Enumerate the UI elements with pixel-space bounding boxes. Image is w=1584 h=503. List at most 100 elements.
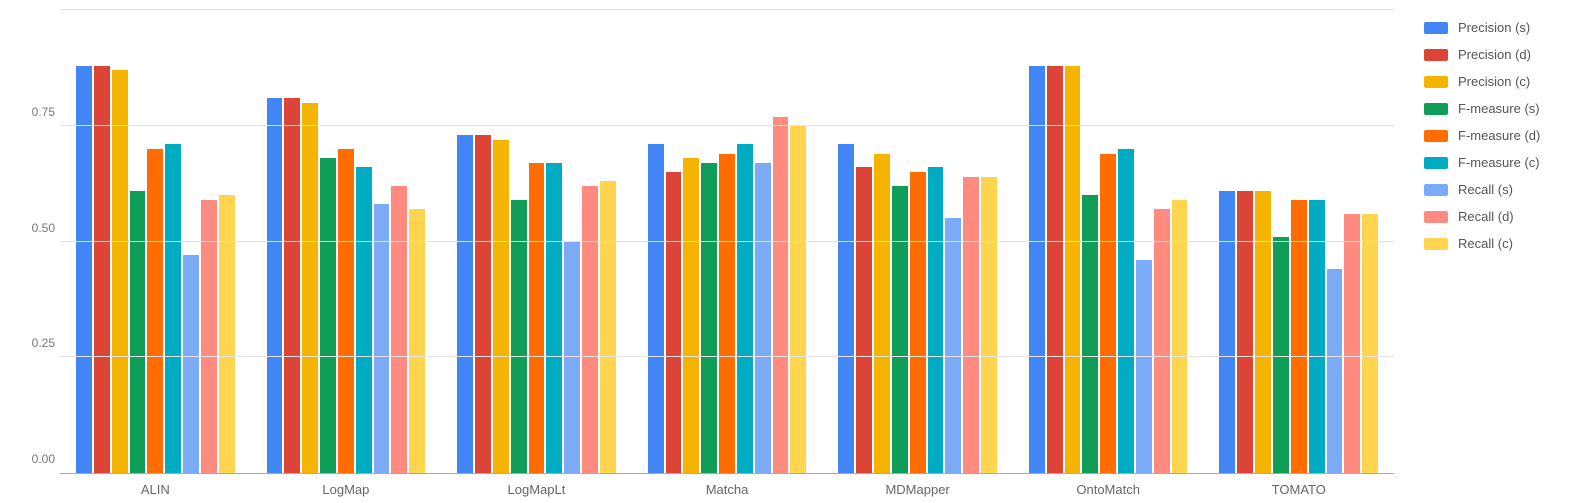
bar: [1362, 214, 1378, 473]
bar: [1029, 66, 1045, 473]
bar: [737, 144, 753, 473]
bar: [683, 158, 699, 473]
legend-swatch: [1424, 103, 1448, 115]
bar: [338, 149, 354, 473]
bar-group: [1013, 10, 1204, 473]
bar-group: [251, 10, 442, 473]
y-tick-label: 0.25: [15, 336, 55, 350]
legend-item: F-measure (s): [1424, 101, 1574, 116]
bar: [648, 144, 664, 473]
bar: [1327, 269, 1343, 473]
x-axis-labels: ALINLogMapLogMapLtMatchaMDMapperOntoMatc…: [60, 482, 1394, 497]
legend-item: F-measure (c): [1424, 155, 1574, 170]
x-tick-label: TOMATO: [1203, 482, 1394, 497]
legend-item: Precision (s): [1424, 20, 1574, 35]
legend-swatch: [1424, 184, 1448, 196]
legend-label: F-measure (c): [1458, 155, 1540, 170]
legend-label: F-measure (d): [1458, 128, 1540, 143]
bar: [719, 154, 735, 473]
legend-swatch: [1424, 157, 1448, 169]
bar: [219, 195, 235, 473]
legend-swatch: [1424, 22, 1448, 34]
legend-label: Recall (c): [1458, 236, 1513, 251]
y-tick-label: 0.75: [15, 105, 55, 119]
bar-group: [441, 10, 632, 473]
bar: [546, 163, 562, 473]
bar: [356, 167, 372, 473]
gridline: [60, 356, 1394, 357]
bar: [1344, 214, 1360, 473]
bar-group: [60, 10, 251, 473]
chart-container: 0.000.250.500.751.00 ALINLogMapLogMapLtM…: [0, 0, 1584, 503]
x-tick-label: Matcha: [632, 482, 823, 497]
bar: [928, 167, 944, 473]
bar: [165, 144, 181, 473]
bar: [1237, 191, 1253, 473]
bar: [701, 163, 717, 473]
bar: [666, 172, 682, 473]
y-tick-label: 0.50: [15, 221, 55, 235]
bar: [76, 66, 92, 473]
bar: [856, 167, 872, 473]
bar: [963, 177, 979, 473]
legend-swatch: [1424, 49, 1448, 61]
bar: [457, 135, 473, 473]
bar: [773, 117, 789, 474]
bar: [409, 209, 425, 473]
x-tick-label: OntoMatch: [1013, 482, 1204, 497]
bar-group: [1203, 10, 1394, 473]
bar: [529, 163, 545, 473]
bar: [320, 158, 336, 473]
plot-area: 0.000.250.500.751.00 ALINLogMapLogMapLtM…: [0, 0, 1414, 503]
bar: [582, 186, 598, 473]
legend-label: F-measure (s): [1458, 101, 1540, 116]
bar: [1082, 195, 1098, 473]
x-tick-label: LogMapLt: [441, 482, 632, 497]
bar: [981, 177, 997, 473]
bar: [838, 144, 854, 473]
bar: [94, 66, 110, 473]
bar: [267, 98, 283, 473]
bar: [945, 218, 961, 473]
legend-label: Precision (s): [1458, 20, 1530, 35]
bar: [1273, 237, 1289, 473]
bar: [183, 255, 199, 473]
bar: [874, 154, 890, 473]
bar: [1255, 191, 1271, 473]
gridline: [60, 241, 1394, 242]
legend-swatch: [1424, 211, 1448, 223]
legend-item: F-measure (d): [1424, 128, 1574, 143]
legend-item: Precision (c): [1424, 74, 1574, 89]
bar: [564, 242, 580, 474]
bar: [112, 70, 128, 473]
gridline: [60, 125, 1394, 126]
bar-group: [632, 10, 823, 473]
bar: [493, 140, 509, 473]
legend: Precision (s) Precision (d) Precision (c) F…: [1414, 0, 1584, 503]
legend-item: Recall (s): [1424, 182, 1574, 197]
bar: [1118, 149, 1134, 473]
legend-item: Precision (d): [1424, 47, 1574, 62]
bar: [1219, 191, 1235, 473]
bar: [1136, 260, 1152, 473]
legend-swatch: [1424, 76, 1448, 88]
legend-swatch: [1424, 130, 1448, 142]
plot: 0.000.250.500.751.00: [60, 10, 1394, 474]
bar: [374, 204, 390, 473]
bar: [1047, 66, 1063, 473]
bar: [1065, 66, 1081, 473]
legend-label: Recall (s): [1458, 182, 1513, 197]
bar: [1154, 209, 1170, 473]
legend-item: Recall (d): [1424, 209, 1574, 224]
bar: [1100, 154, 1116, 473]
y-tick-label: 1.00: [15, 0, 55, 3]
legend-label: Precision (d): [1458, 47, 1531, 62]
bar: [302, 103, 318, 473]
gridline: [60, 9, 1394, 10]
bar-group: [822, 10, 1013, 473]
y-tick-label: 0.00: [15, 452, 55, 466]
legend-label: Precision (c): [1458, 74, 1530, 89]
bar-groups: [60, 10, 1394, 473]
bar: [755, 163, 771, 473]
bar: [475, 135, 491, 473]
